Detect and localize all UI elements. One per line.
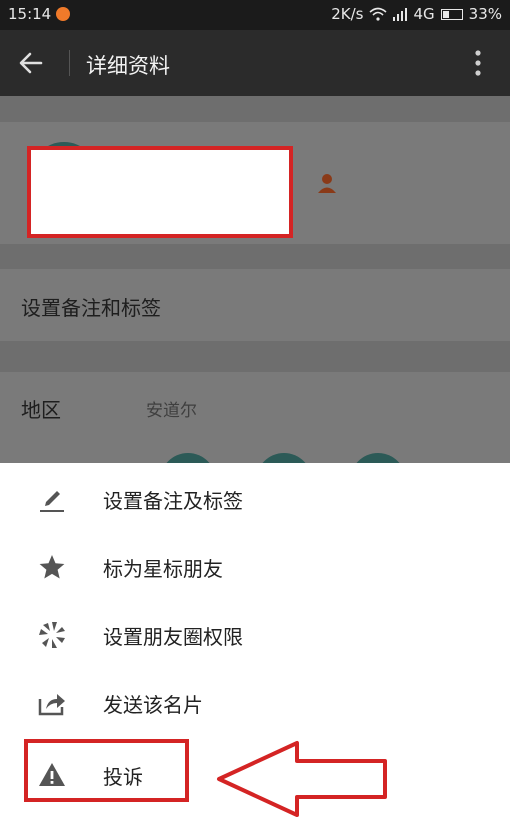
notification-app-icon xyxy=(56,7,70,21)
region-label: 地区 xyxy=(21,398,61,422)
network-speed: 2K/s xyxy=(331,5,364,23)
highlight-box xyxy=(24,739,189,802)
menu-item-label: 发送该名片 xyxy=(103,693,203,717)
app-bar: 详细资料 xyxy=(0,30,510,96)
region-value: 安道尔 xyxy=(146,401,197,421)
status-indicators: 2K/s 4G 33% xyxy=(331,5,502,23)
region-row: 地区 安道尔 xyxy=(0,372,510,463)
arrow-left-annotation-icon xyxy=(217,741,387,817)
app-bar-divider xyxy=(69,50,70,76)
pencil-icon xyxy=(40,491,64,512)
share-icon xyxy=(38,694,65,716)
more-vertical-icon[interactable] xyxy=(468,46,488,80)
menu-item-send-card[interactable]: 发送该名片 xyxy=(0,669,510,735)
star-icon xyxy=(39,555,65,579)
aperture-icon xyxy=(39,622,65,648)
battery-level xyxy=(442,10,449,18)
profile-card xyxy=(0,122,510,244)
network-type: 4G xyxy=(413,5,435,23)
remark-row-label: 设置备注和标签 xyxy=(21,296,161,320)
person-icon xyxy=(318,174,336,193)
battery-percent: 33% xyxy=(468,5,502,23)
redacted-name-box xyxy=(27,146,293,238)
status-time: 15:14 xyxy=(8,5,52,23)
menu-item-star-friend[interactable]: 标为星标朋友 xyxy=(0,533,510,599)
menu-item-label: 设置朋友圈权限 xyxy=(103,625,243,649)
battery-icon xyxy=(440,8,463,20)
wifi-icon xyxy=(369,7,388,21)
signal-icon xyxy=(393,8,408,21)
remark-row: 设置备注和标签 xyxy=(0,269,510,341)
menu-item-label: 标为星标朋友 xyxy=(103,557,223,581)
menu-item-moments-permission[interactable]: 设置朋友圈权限 xyxy=(0,601,510,667)
arrow-left-icon[interactable] xyxy=(14,46,48,80)
page-title: 详细资料 xyxy=(86,54,170,78)
menu-item-label: 设置备注及标签 xyxy=(103,489,243,513)
menu-item-set-remark[interactable]: 设置备注及标签 xyxy=(0,465,510,531)
dimmed-overlay[interactable]: 设置备注和标签 地区 安道尔 xyxy=(0,96,510,463)
status-bar: 15:14 2K/s 4G 33% xyxy=(0,0,510,30)
